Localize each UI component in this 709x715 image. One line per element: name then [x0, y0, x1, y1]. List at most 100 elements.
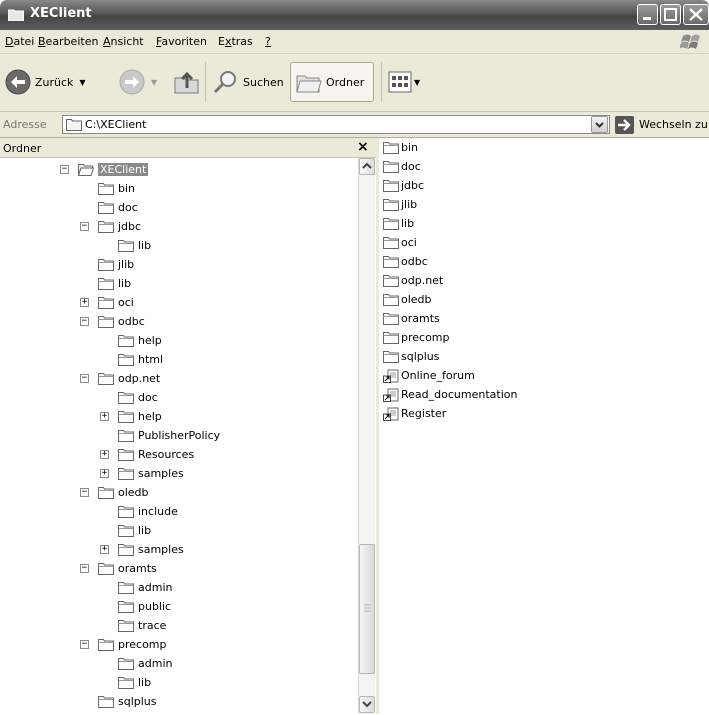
list-item[interactable]: sqlplus [383, 347, 440, 365]
tree-node[interactable]: bin [98, 179, 135, 197]
tree-node[interactable]: sqlplus [98, 692, 157, 710]
collapse-icon[interactable]: − [80, 374, 89, 383]
tree-node[interactable]: lib [118, 521, 151, 539]
back-button[interactable]: Zurück ▼ [4, 68, 86, 96]
list-item-label: lib [401, 216, 415, 230]
chevron-down-icon [595, 122, 604, 128]
back-dropdown-icon[interactable]: ▼ [79, 78, 85, 87]
scroll-thumb[interactable] [359, 544, 375, 674]
folder-icon [118, 657, 134, 670]
tree-node[interactable]: lib [98, 274, 131, 292]
expand-icon[interactable]: + [100, 412, 109, 421]
views-dropdown-icon[interactable]: ▼ [414, 78, 420, 87]
expand-icon[interactable]: + [80, 298, 89, 307]
tree-node[interactable]: oci [98, 293, 134, 311]
forward-dropdown-icon[interactable]: ▼ [151, 78, 157, 87]
menu-datei[interactable]: Datei [5, 35, 34, 48]
list-item[interactable]: jlib [383, 195, 417, 213]
go-label[interactable]: Wechseln zu [639, 118, 708, 131]
list-item[interactable]: odp.net [383, 271, 443, 289]
tree-node[interactable]: XEClient [77, 160, 149, 178]
tree-node[interactable]: admin [118, 578, 172, 596]
folder-icon [118, 543, 134, 556]
scroll-up-button[interactable] [359, 158, 375, 175]
list-item[interactable]: Online_forum [383, 366, 475, 384]
menu-extras[interactable]: Extras [218, 35, 253, 48]
tree-node[interactable]: lib [118, 673, 151, 691]
maximize-button[interactable] [660, 4, 681, 25]
tree-node[interactable]: html [118, 350, 163, 368]
menu-favoriten[interactable]: Favoriten [156, 35, 207, 48]
tree-node-label: admin [138, 580, 173, 594]
menu-bearbeiten[interactable]: Bearbeiten [38, 35, 98, 48]
chevron-down-icon [362, 701, 372, 708]
list-item[interactable]: doc [383, 157, 421, 175]
tree-node[interactable]: help [118, 407, 162, 425]
tree-node[interactable]: jdbc [98, 217, 141, 235]
tree-node[interactable]: precomp [98, 635, 167, 653]
collapse-icon[interactable]: − [80, 640, 89, 649]
expand-icon[interactable]: + [100, 545, 109, 554]
tree-node[interactable]: odbc [98, 312, 145, 330]
tree-node[interactable]: jlib [98, 255, 134, 273]
tree-node[interactable]: samples [118, 540, 184, 558]
expand-icon[interactable]: + [100, 469, 109, 478]
tree-node[interactable]: doc [118, 388, 158, 406]
forward-button[interactable]: ▼ [118, 68, 157, 96]
list-item[interactable]: bin [383, 138, 418, 156]
go-button[interactable] [615, 116, 634, 134]
tree-node[interactable]: doc [98, 198, 138, 216]
menu-help[interactable]: ? [265, 35, 271, 48]
file-list: bin doc jdbc jlib lib oci odbc odp.net oledb oram… [379, 138, 709, 714]
scroll-down-button[interactable] [359, 696, 375, 713]
folder-icon [98, 182, 114, 195]
menu-bar: Datei Bearbeiten Ansicht Favoriten Extra… [0, 30, 709, 54]
expand-icon[interactable]: + [100, 450, 109, 459]
address-dropdown-button[interactable] [591, 116, 608, 133]
shortcut-icon [383, 407, 399, 421]
list-item[interactable]: lib [383, 214, 414, 232]
list-item[interactable]: Register [383, 404, 446, 422]
tree-node[interactable]: admin [118, 654, 172, 672]
search-label: Suchen [243, 75, 284, 89]
list-item[interactable]: oledb [383, 290, 432, 308]
tree-node[interactable]: PublisherPolicy [118, 426, 220, 444]
close-pane-icon[interactable]: × [357, 139, 369, 155]
up-folder-button[interactable] [172, 68, 202, 96]
tree-node[interactable]: Resources [118, 445, 194, 463]
collapse-icon[interactable]: − [80, 564, 89, 573]
list-item[interactable]: odbc [383, 252, 428, 270]
collapse-icon[interactable]: − [80, 317, 89, 326]
folder-icon [118, 524, 134, 537]
tree-node[interactable]: oledb [98, 483, 149, 501]
menu-ansicht[interactable]: Ansicht [103, 35, 144, 48]
tree-node[interactable]: oramts [98, 559, 157, 577]
tree-node[interactable]: trace [118, 616, 166, 634]
tree-node[interactable]: lib [118, 236, 151, 254]
tree-node-label: odp.net [118, 371, 161, 385]
tree-node[interactable]: include [118, 502, 178, 520]
vertical-scrollbar[interactable] [358, 158, 375, 714]
tree-node-label: include [138, 504, 178, 518]
minimize-button[interactable] [637, 4, 658, 25]
tree-node-label: jdbc [118, 219, 142, 233]
views-button[interactable]: ▼ [388, 71, 420, 93]
tree-node[interactable]: help [118, 331, 162, 349]
list-item[interactable]: Read_documentation [383, 385, 517, 403]
list-item[interactable]: jdbc [383, 176, 424, 194]
collapse-icon[interactable]: − [80, 488, 89, 497]
address-field[interactable]: C:\XEClient [62, 115, 610, 134]
tree-node[interactable]: public [118, 597, 171, 615]
search-button[interactable]: Suchen [212, 68, 284, 96]
close-button[interactable] [683, 4, 709, 25]
list-item[interactable]: oramts [383, 309, 440, 327]
tree-node[interactable]: odp.net [98, 369, 160, 387]
folder-icon [66, 119, 82, 131]
tree-node[interactable]: samples [118, 464, 184, 482]
collapse-icon[interactable]: − [60, 165, 69, 174]
list-item[interactable]: oci [383, 233, 417, 251]
folders-button[interactable]: Ordner [290, 62, 374, 102]
grip-icon [364, 604, 371, 612]
list-item[interactable]: precomp [383, 328, 450, 346]
collapse-icon[interactable]: − [80, 222, 89, 231]
